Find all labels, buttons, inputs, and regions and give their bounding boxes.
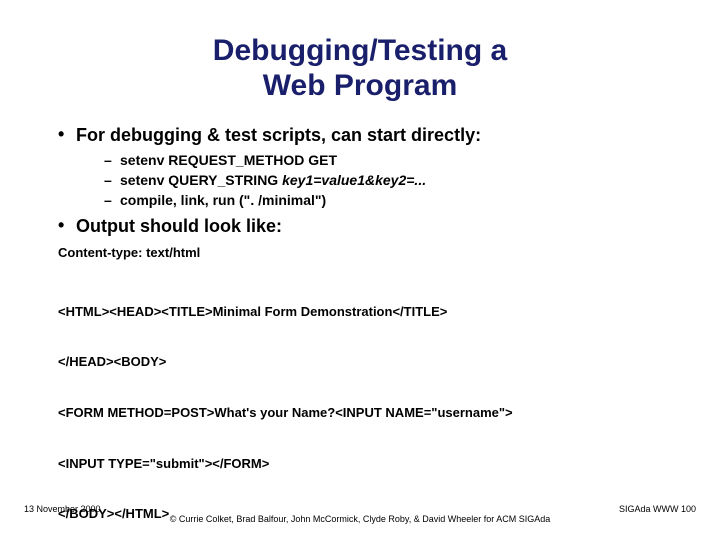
- slide: Debugging/Testing a Web Program For debu…: [0, 0, 720, 540]
- footer-credit: © Currie Colket, Brad Balfour, John McCo…: [24, 514, 696, 524]
- footer-right: SIGAda WWW 100: [619, 504, 696, 514]
- code-line-4: <INPUT TYPE="submit"></FORM>: [58, 456, 680, 473]
- content-type-line: Content-type: text/html: [58, 245, 680, 260]
- title-line-1: Debugging/Testing a: [213, 34, 507, 67]
- sub-bullet-3: compile, link, run (". /minimal"): [104, 192, 680, 208]
- bullet-1-text: For debugging & test scripts, can start …: [76, 125, 481, 145]
- sub-bullet-2-prefix: setenv QUERY_STRING: [120, 172, 282, 188]
- bullet-2: Output should look like:: [58, 216, 680, 237]
- sub-bullet-list: setenv REQUEST_METHOD GET setenv QUERY_S…: [76, 152, 680, 208]
- code-line-1: <HTML><HEAD><TITLE>Minimal Form Demonstr…: [58, 304, 680, 321]
- bullet-1: For debugging & test scripts, can start …: [58, 125, 680, 208]
- sub-bullet-2: setenv QUERY_STRING key1=value1&key2=...: [104, 172, 680, 188]
- code-line-3: <FORM METHOD=POST>What's your Name?<INPU…: [58, 405, 680, 422]
- bullet-2-text: Output should look like:: [76, 216, 282, 236]
- slide-title: Debugging/Testing a Web Program: [40, 34, 680, 103]
- title-line-2: Web Program: [263, 69, 458, 102]
- sub-bullet-1: setenv REQUEST_METHOD GET: [104, 152, 680, 168]
- code-line-2: </HEAD><BODY>: [58, 354, 680, 371]
- sub-bullet-2-italic: key1=value1&key2=...: [282, 172, 426, 188]
- footer-date: 13 November 2000: [24, 504, 101, 514]
- bullet-list: For debugging & test scripts, can start …: [40, 125, 680, 237]
